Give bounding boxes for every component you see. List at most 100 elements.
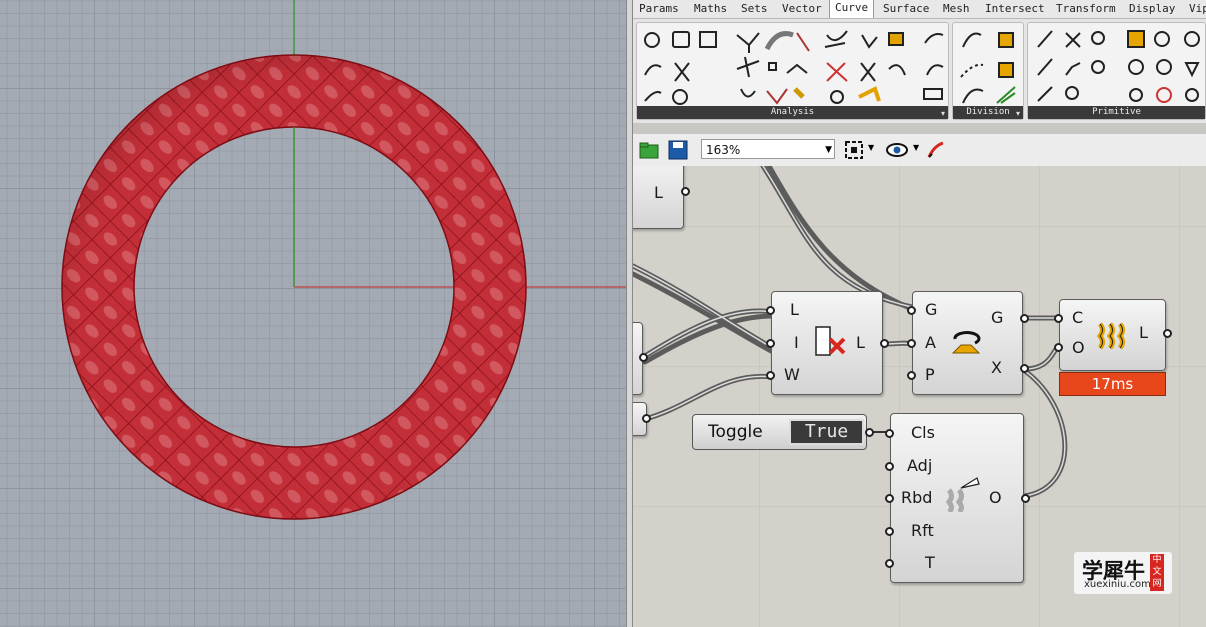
- cull-input-l-grip[interactable]: [766, 306, 775, 315]
- rotate-component[interactable]: G A P G X: [907, 291, 1029, 395]
- divide-curve-icon: [962, 32, 982, 48]
- loft-input-c: C: [1072, 308, 1084, 327]
- curve-deviation-icon: [888, 64, 906, 76]
- rotate-output-g: G: [991, 308, 1004, 327]
- rotate-input-g-grip[interactable]: [907, 306, 916, 315]
- curve-kinks-icon: [766, 88, 788, 105]
- watermark-url: xuexiniu.com: [1084, 579, 1151, 590]
- rotate-input-p-grip[interactable]: [907, 371, 916, 380]
- tab-display[interactable]: Display: [1129, 2, 1175, 15]
- tab-transform[interactable]: Transform: [1056, 2, 1116, 15]
- tab-curve[interactable]: Curve: [829, 0, 875, 18]
- zoom-combo[interactable]: 163% ▼: [701, 139, 835, 159]
- curve-domain-icon: [672, 31, 690, 48]
- tab-params[interactable]: Params: [639, 2, 679, 15]
- cull-output-l: L: [856, 333, 865, 352]
- fillet-icon: [1129, 88, 1143, 102]
- tab-maths[interactable]: Maths: [694, 2, 727, 15]
- loft-input-o-grip[interactable]: [1054, 343, 1063, 352]
- cull-input-i: I: [794, 333, 799, 352]
- cull-output-l-grip[interactable]: [880, 339, 889, 348]
- component-tabs: Params Maths Sets Vector Curve Surface M…: [633, 0, 1206, 19]
- toggle-output-grip[interactable]: [865, 428, 874, 437]
- circle-3pt-icon: [1091, 60, 1105, 74]
- zoom-extents-icon[interactable]: [844, 140, 864, 160]
- rotate-output-g-grip[interactable]: [1020, 314, 1029, 323]
- toggle-label: Toggle: [708, 422, 763, 442]
- stub-component-left[interactable]: [633, 322, 648, 395]
- tab-vip[interactable]: Vip: [1189, 2, 1206, 15]
- loft-options-component[interactable]: Cls Adj Rbd Rft T O: [885, 413, 1030, 583]
- curve-control-points-icon: [768, 62, 777, 71]
- tab-vector[interactable]: Vector: [782, 2, 822, 15]
- curve-planarity-icon: [793, 87, 805, 99]
- rotate-output-x-grip[interactable]: [1020, 364, 1029, 373]
- preview-eye-icon[interactable]: [885, 140, 909, 160]
- stub-left-grip[interactable]: [639, 353, 648, 362]
- loft-input-c-grip[interactable]: [1054, 314, 1063, 323]
- rotate-input-g: G: [925, 300, 938, 319]
- loft-component[interactable]: C O L: [1054, 299, 1172, 371]
- curve-torsion-icon: [926, 64, 944, 76]
- dash-pattern-icon: [996, 86, 1016, 104]
- analysis-panel: Analysis ▾: [636, 22, 949, 120]
- rotate-input-a-grip[interactable]: [907, 339, 916, 348]
- grasshopper-canvas[interactable]: L L I W L G A P G X C O L 17ms Toggle Tr…: [633, 166, 1206, 627]
- cull-input-w-grip[interactable]: [766, 371, 775, 380]
- cull-index-icon: [815, 326, 846, 356]
- sketch-pen-icon[interactable]: [926, 140, 946, 160]
- watermark-logo: 学犀牛 xuexiniu.com 中文网: [1074, 552, 1172, 594]
- open-file-icon[interactable]: [639, 140, 659, 160]
- watermark-badge: 中文网: [1150, 554, 1164, 591]
- tab-intersect[interactable]: Intersect: [985, 2, 1045, 15]
- zoom-extents-dropdown-icon[interactable]: ▼: [868, 143, 874, 152]
- opts-input-rbd-grip[interactable]: [885, 494, 894, 503]
- stub-component-top[interactable]: L: [633, 166, 690, 229]
- curve-intersections-icon: [826, 62, 848, 82]
- tab-sets[interactable]: Sets: [741, 2, 768, 15]
- divide-length-icon: [960, 63, 984, 78]
- cull-input-l: L: [790, 300, 799, 319]
- tab-mesh[interactable]: Mesh: [943, 2, 970, 15]
- tab-surface[interactable]: Surface: [883, 2, 929, 15]
- wire-top-a: [760, 166, 915, 310]
- stub-component-left-bottom[interactable]: [633, 402, 651, 436]
- zoom-value: 163%: [706, 143, 741, 157]
- opts-input-cls-grip[interactable]: [885, 429, 894, 438]
- zoom-dropdown-icon[interactable]: ▼: [825, 140, 832, 160]
- arc-icon: [1065, 86, 1079, 100]
- stub-output-grip[interactable]: [681, 187, 690, 196]
- opts-input-t-grip[interactable]: [885, 559, 894, 568]
- stub-left-bottom-grip[interactable]: [642, 414, 651, 423]
- opts-input-rft-grip[interactable]: [885, 527, 894, 536]
- rotate-input-p: P: [925, 365, 935, 384]
- curve-proximity-icon: [888, 32, 904, 46]
- rhino-viewport[interactable]: [0, 0, 626, 627]
- analysis-expand-icon[interactable]: ▾: [941, 109, 945, 118]
- curve-tangent-icon: [736, 56, 760, 78]
- opts-output-o-grip[interactable]: [1021, 494, 1030, 503]
- loft-options-icon: [945, 477, 980, 512]
- pane-splitter[interactable]: [626, 0, 633, 627]
- toggle-value-button[interactable]: True: [789, 419, 864, 445]
- loft-output-l: L: [1139, 323, 1148, 342]
- boolean-toggle[interactable]: Toggle True: [692, 414, 874, 450]
- opts-input-adj: Adj: [907, 456, 933, 475]
- curve-analysis-icon: [644, 32, 660, 48]
- loft-output-l-grip[interactable]: [1163, 329, 1172, 338]
- contour-ex-icon: [998, 62, 1014, 78]
- save-file-icon[interactable]: [668, 140, 688, 160]
- curve-closed-icon: [860, 62, 876, 82]
- line-icon: [1037, 30, 1053, 48]
- cull-index-component[interactable]: L I W L: [766, 291, 889, 395]
- tangent-arcs-icon: [1156, 87, 1172, 103]
- triangle-icon: [1184, 62, 1200, 78]
- cull-input-i-grip[interactable]: [766, 339, 775, 348]
- rotate-output-x: X: [991, 358, 1002, 377]
- circle-icon: [1128, 59, 1144, 75]
- division-expand-icon[interactable]: ▾: [1016, 109, 1020, 118]
- tangent-lines-icon: [1037, 86, 1053, 102]
- opts-input-adj-grip[interactable]: [885, 462, 894, 471]
- contour-icon: [998, 32, 1014, 48]
- preview-dropdown-icon[interactable]: ▼: [913, 143, 919, 152]
